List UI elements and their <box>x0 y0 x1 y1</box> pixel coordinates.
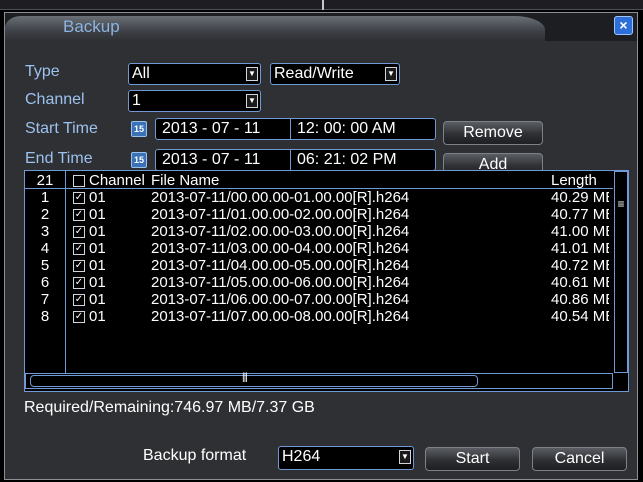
row-file-name: 2013-07-11/02.00.00-03.00.00[R].h264 <box>151 223 410 240</box>
file-table: 21 Channel File Name Length 1 ✓ 01 2013-… <box>24 170 629 392</box>
dialog-title: Backup <box>63 17 120 36</box>
table-row[interactable]: 3 ✓ 01 2013-07-11/02.00.00-03.00.00[R].h… <box>25 224 613 240</box>
row-length: 40.61 MB <box>551 275 609 291</box>
row-length: 40.29 MB <box>551 190 609 206</box>
row-length: 40.72 MB <box>551 258 609 274</box>
chevron-down-icon[interactable]: ▼ <box>246 67 258 81</box>
row-number: 4 <box>40 240 50 257</box>
calendar-icon[interactable]: 15 <box>131 152 147 168</box>
mode-select[interactable]: Read/Write ▼ <box>270 63 400 85</box>
file-count: 21 <box>36 172 54 189</box>
row-length: 41.00 MB <box>551 224 609 240</box>
row-file-name: 2013-07-11/03.00.00-04.00.00[R].h264 <box>151 240 410 257</box>
row-number: 8 <box>40 308 50 325</box>
row-number: 1 <box>40 189 50 206</box>
row-checkbox[interactable]: ✓ <box>73 209 85 221</box>
end-date-value: 2013 - 07 - 11 <box>162 151 261 168</box>
scroll-grip-icon[interactable]: ≡ <box>616 194 626 214</box>
cancel-button[interactable]: Cancel <box>532 447 627 471</box>
table-row[interactable]: 7 ✓ 01 2013-07-11/06.00.00-07.00.00[R].h… <box>25 292 613 308</box>
row-checkbox[interactable]: ✓ <box>73 243 85 255</box>
chevron-down-icon[interactable]: ▼ <box>246 94 258 108</box>
channel-select[interactable]: 1 ▼ <box>128 90 261 112</box>
row-length: 41.01 MB <box>551 241 609 257</box>
close-icon[interactable]: × <box>614 16 633 35</box>
start-date-value: 2013 - 07 - 11 <box>162 120 261 137</box>
row-file-name: 2013-07-11/06.00.00-07.00.00[R].h264 <box>151 291 410 308</box>
row-number: 3 <box>40 223 50 240</box>
top-strip-mark <box>322 0 324 10</box>
table-row[interactable]: 1 ✓ 01 2013-07-11/00.00.00-01.00.00[R].h… <box>25 190 613 206</box>
row-file-name: 2013-07-11/05.00.00-06.00.00[R].h264 <box>151 274 410 291</box>
row-checkbox[interactable]: ✓ <box>73 192 85 204</box>
row-channel: 01 <box>89 274 106 291</box>
header-channel: Channel <box>89 172 145 189</box>
row-checkbox[interactable]: ✓ <box>73 311 85 323</box>
row-file-name: 2013-07-11/04.00.00-05.00.00[R].h264 <box>151 257 410 274</box>
row-length: 40.77 MB <box>551 207 609 223</box>
table-row[interactable]: 2 ✓ 01 2013-07-11/01.00.00-02.00.00[R].h… <box>25 207 613 223</box>
row-channel: 01 <box>89 189 106 206</box>
row-channel: 01 <box>89 257 106 274</box>
row-checkbox[interactable]: ✓ <box>73 226 85 238</box>
horizontal-scrollbar[interactable]: ||| <box>25 372 613 389</box>
row-file-name: 2013-07-11/07.00.00-08.00.00[R].h264 <box>151 308 410 325</box>
table-row[interactable]: 8 ✓ 01 2013-07-11/07.00.00-08.00.00[R].h… <box>25 309 613 325</box>
select-all-checkbox[interactable] <box>73 175 85 187</box>
row-checkbox[interactable]: ✓ <box>73 294 85 306</box>
backup-format-value: H264 <box>282 448 321 465</box>
backup-format-select[interactable]: H264 ▼ <box>278 446 414 470</box>
row-number: 5 <box>40 257 50 274</box>
channel-label: Channel <box>25 91 85 108</box>
table-header: 21 Channel File Name Length <box>25 173 613 189</box>
divider <box>290 150 291 170</box>
row-number: 2 <box>40 206 50 223</box>
channel-select-value: 1 <box>132 92 141 109</box>
row-channel: 01 <box>89 308 106 325</box>
header-length: Length <box>551 173 597 189</box>
chevron-down-icon[interactable]: ▼ <box>385 67 397 81</box>
row-number: 6 <box>40 274 50 291</box>
calendar-icon[interactable]: 15 <box>131 121 147 137</box>
row-checkbox[interactable]: ✓ <box>73 260 85 272</box>
table-row[interactable]: 5 ✓ 01 2013-07-11/04.00.00-05.00.00[R].h… <box>25 258 613 274</box>
vertical-scrollbar[interactable]: ≡ <box>614 171 628 373</box>
start-time-value: 12: 00: 00 AM <box>297 120 396 137</box>
row-file-name: 2013-07-11/00.00.00-01.00.00[R].h264 <box>151 189 410 206</box>
end-time-value: 06: 21: 02 PM <box>297 151 397 168</box>
row-length: 40.54 MB <box>551 309 609 325</box>
start-time-label: Start Time <box>25 120 98 137</box>
table-row[interactable]: 4 ✓ 01 2013-07-11/03.00.00-04.00.00[R].h… <box>25 241 613 257</box>
type-select-value: All <box>132 65 150 82</box>
row-channel: 01 <box>89 291 106 308</box>
row-channel: 01 <box>89 223 106 240</box>
row-number: 7 <box>40 291 50 308</box>
type-select[interactable]: All ▼ <box>128 63 261 85</box>
end-time-field[interactable]: 2013 - 07 - 11 06: 21: 02 PM <box>155 149 436 171</box>
start-time-field[interactable]: 2013 - 07 - 11 12: 00: 00 AM <box>155 118 436 140</box>
table-row[interactable]: 6 ✓ 01 2013-07-11/05.00.00-06.00.00[R].h… <box>25 275 613 291</box>
row-channel: 01 <box>89 240 106 257</box>
divider <box>290 119 291 139</box>
mode-select-value: Read/Write <box>274 65 354 82</box>
required-remaining-text: Required/Remaining:746.97 MB/7.37 GB <box>24 399 315 416</box>
remove-button[interactable]: Remove <box>443 121 543 145</box>
row-checkbox[interactable]: ✓ <box>73 277 85 289</box>
horizontal-scroll-thumb[interactable] <box>30 375 478 387</box>
header-file-name: File Name <box>151 172 220 189</box>
row-length: 40.86 MB <box>551 292 609 308</box>
type-label: Type <box>25 63 60 80</box>
top-strip <box>0 0 643 10</box>
start-button[interactable]: Start <box>425 447 520 471</box>
end-time-label: End Time <box>25 150 93 167</box>
row-file-name: 2013-07-11/01.00.00-02.00.00[R].h264 <box>151 206 410 223</box>
backup-format-label: Backup format <box>143 447 247 464</box>
title-bar: Backup × <box>5 13 637 41</box>
chevron-down-icon[interactable]: ▼ <box>399 450 411 464</box>
scroll-grip-icon[interactable]: ||| <box>242 372 248 383</box>
row-channel: 01 <box>89 206 106 223</box>
